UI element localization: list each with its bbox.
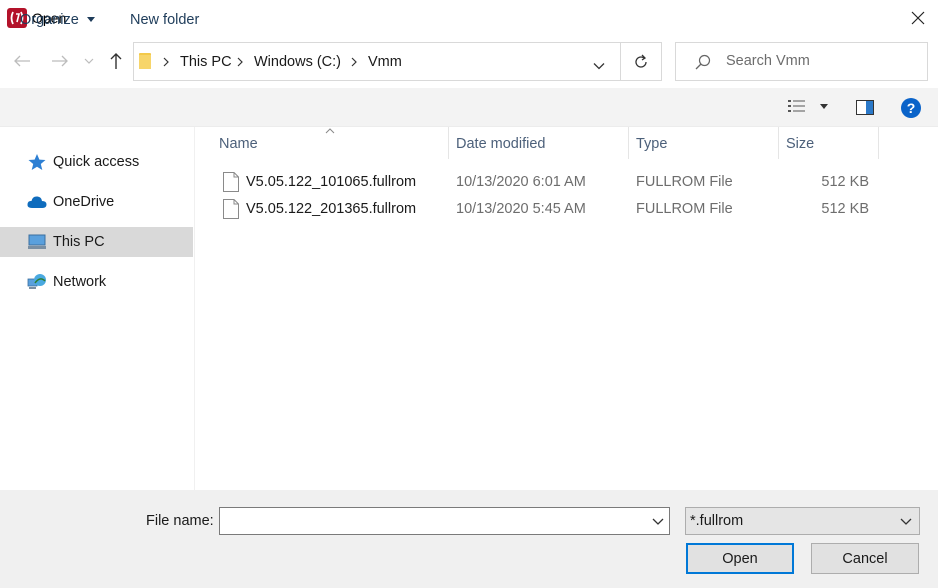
svg-text:?: ? [907,100,916,116]
search-box[interactable] [675,42,928,81]
help-icon: ? [901,98,921,118]
file-date-modified: 10/13/2020 6:01 AM [456,174,586,190]
sidebar-item-label: This PC [53,234,105,250]
preview-pane-icon [856,100,874,115]
file-icon [223,199,239,219]
sidebar-item-label: OneDrive [53,194,115,210]
address-bar[interactable]: This PC Windows (C:) Vmm [133,42,621,81]
star-icon [28,154,46,170]
file-size: 512 KB [821,174,869,190]
file-date-modified: 10/13/2020 5:45 AM [456,201,586,217]
file-name: V5.05.122_101065.fullrom [246,174,417,190]
footer-panel [0,490,938,588]
column-divider[interactable] [878,127,879,159]
arrow-up-icon [110,53,122,69]
new-folder-button[interactable]: New folder [130,12,199,28]
organize-button[interactable]: Organize [20,12,95,28]
search-icon [695,54,711,70]
sort-ascending-icon [325,128,335,134]
refresh-icon [635,54,647,68]
column-header-name[interactable]: Name [219,136,258,160]
breadcrumb-windows-c[interactable]: Windows (C:) [254,54,341,70]
chevron-down-icon[interactable] [651,514,665,528]
file-type: FULLROM File [636,174,733,190]
computer-icon [28,234,46,249]
file-type: FULLROM File [636,201,733,217]
file-name-label: File name: [146,513,214,529]
up-button[interactable] [103,48,129,74]
breadcrumb-this-pc[interactable]: This PC [180,54,232,70]
breadcrumb-separator-icon [161,54,171,70]
sidebar-item-label: Network [53,274,107,290]
column-divider[interactable] [448,127,449,159]
sidebar-item-network[interactable]: Network [0,267,193,297]
column-divider[interactable] [628,127,629,159]
arrow-right-icon [52,55,68,67]
sidebar-item-label: Quick access [53,154,140,170]
address-dropdown-button[interactable] [593,57,605,73]
chevron-down-icon [84,58,94,64]
breadcrumb-separator-icon [235,54,245,70]
view-options-button[interactable] [788,99,832,117]
file-type-filter[interactable]: *.fullrom [685,507,920,535]
cloud-icon [27,196,47,208]
arrow-left-icon [14,55,30,67]
open-dialog: Open This PC Windows (C:) Vmm Search Vmm… [0,0,938,588]
breadcrumb-separator-icon [349,54,359,70]
recent-locations-button[interactable] [78,48,100,74]
refresh-button[interactable] [621,42,662,81]
open-button[interactable]: Open [686,543,794,574]
file-name-input[interactable] [224,512,634,528]
column-header-date-modified[interactable]: Date modified [456,136,545,160]
column-header-type[interactable]: Type [636,136,667,160]
details-view-icon [788,100,805,112]
caret-down-icon [820,104,828,109]
file-type-filter-value: *.fullrom [690,513,744,529]
search-input[interactable] [726,53,916,69]
column-header-size[interactable]: Size [786,136,814,160]
forward-button[interactable] [47,48,73,74]
navigation-pane [0,127,195,490]
close-icon [911,11,925,25]
preview-pane-button[interactable] [856,100,874,118]
cancel-button[interactable]: Cancel [811,543,919,574]
file-icon [223,172,239,192]
file-size: 512 KB [821,201,869,217]
sidebar-item-this-pc[interactable]: This PC [0,227,193,257]
column-divider[interactable] [778,127,779,159]
chevron-down-icon [593,63,605,70]
file-row[interactable]: V5.05.122_101065.fullrom 10/13/2020 6:01… [219,169,879,196]
close-button[interactable] [902,4,934,32]
help-button[interactable]: ? [901,98,921,121]
sidebar-item-onedrive[interactable]: OneDrive [0,187,193,217]
organize-label: Organize [20,12,79,28]
file-row[interactable]: V5.05.122_201365.fullrom 10/13/2020 5:45… [219,196,879,223]
chevron-down-icon [900,518,912,525]
folder-icon [139,53,151,69]
file-name-combobox[interactable] [219,507,670,535]
network-icon [27,274,46,289]
breadcrumb-vmm[interactable]: Vmm [368,54,402,70]
caret-down-icon [86,17,95,23]
back-button[interactable] [9,48,35,74]
sidebar-item-quick-access[interactable]: Quick access [0,147,193,177]
file-name: V5.05.122_201365.fullrom [246,201,417,217]
